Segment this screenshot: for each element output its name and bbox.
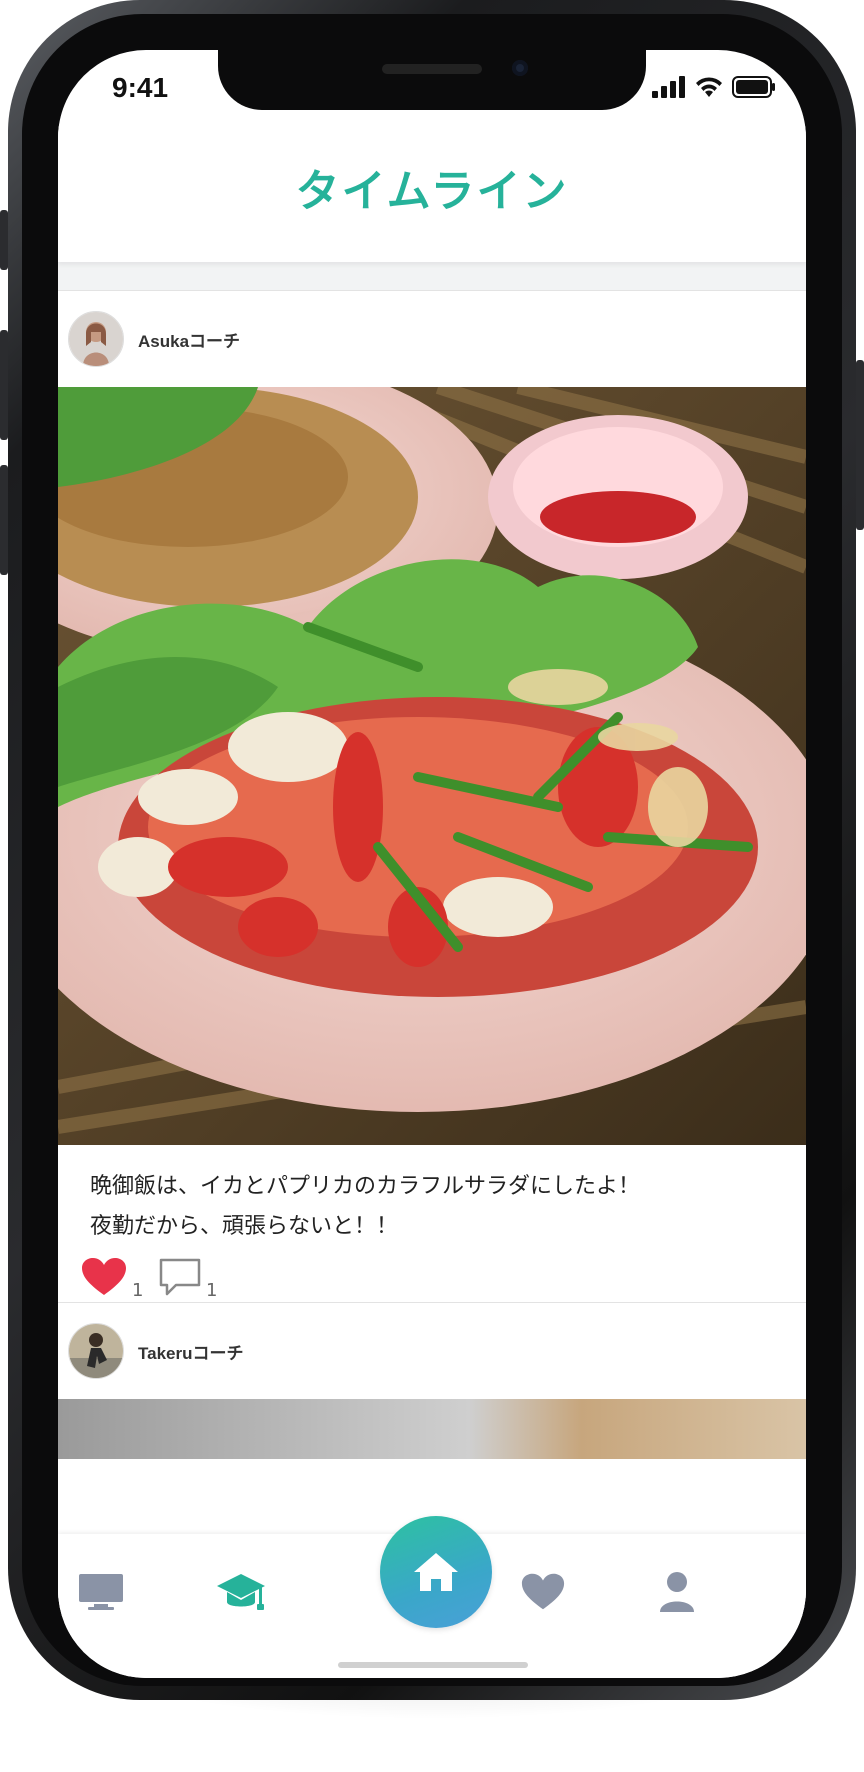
avatar[interactable]	[68, 311, 124, 367]
volume-up-button	[0, 330, 8, 440]
home-icon	[414, 1553, 458, 1591]
home-indicator	[338, 1662, 528, 1668]
comment-button[interactable]: 1	[158, 1257, 217, 1301]
tab-courses[interactable]	[206, 1562, 276, 1622]
tab-favorites[interactable]	[508, 1562, 578, 1622]
graduation-cap-icon	[217, 1574, 265, 1610]
user-icon	[660, 1572, 694, 1612]
mute-switch	[0, 210, 8, 270]
screen: 9:41 タイムライン Asukaコーチ 晩御飯は、イカとパプリカのカラフルサラ…	[58, 50, 806, 1678]
monitor-icon	[79, 1574, 123, 1610]
post-header[interactable]: Asukaコーチ	[58, 291, 806, 387]
wifi-icon	[696, 77, 722, 97]
speaker	[382, 64, 482, 74]
post-text: 晩御飯は、イカとパプリカのカラフルサラダにしたよ！ 夜勤だから、頑張らないと！！	[90, 1174, 641, 1239]
bottom-tab-bar	[58, 1516, 806, 1678]
tab-profile[interactable]	[642, 1562, 712, 1622]
like-count: 1	[132, 1280, 144, 1301]
signal-icon	[652, 76, 685, 98]
comment-count: 1	[206, 1280, 218, 1301]
volume-down-button	[0, 465, 8, 575]
post-photo	[58, 387, 806, 1145]
battery-icon	[732, 76, 775, 98]
header: タイムライン	[58, 126, 806, 262]
tab-home[interactable]	[380, 1516, 492, 1628]
heart-icon	[82, 1258, 126, 1295]
post-author[interactable]: Takeruコーチ	[138, 1339, 244, 1364]
post-header[interactable]: Takeruコーチ	[58, 1303, 806, 1399]
status-time: 9:41	[112, 72, 169, 103]
speech-bubble-icon	[159, 1258, 201, 1296]
heart-icon	[521, 1573, 565, 1610]
power-button	[856, 360, 864, 530]
timeline-feed[interactable]: Asukaコーチ 晩御飯は、イカとパプリカのカラフルサラダにしたよ！ 夜勤だから…	[58, 262, 806, 1598]
like-button[interactable]: 1	[80, 1257, 143, 1301]
post-photo	[58, 1399, 806, 1459]
tab-monitor[interactable]	[66, 1562, 136, 1622]
page-title: タイムライン	[295, 166, 569, 217]
notch	[218, 50, 646, 110]
post-author[interactable]: Asukaコーチ	[138, 327, 240, 352]
status-icons	[652, 72, 776, 102]
front-camera	[512, 60, 528, 76]
avatar[interactable]	[68, 1323, 124, 1379]
post-card: Asukaコーチ 晩御飯は、イカとパプリカのカラフルサラダにしたよ！ 夜勤だから…	[58, 290, 806, 1402]
